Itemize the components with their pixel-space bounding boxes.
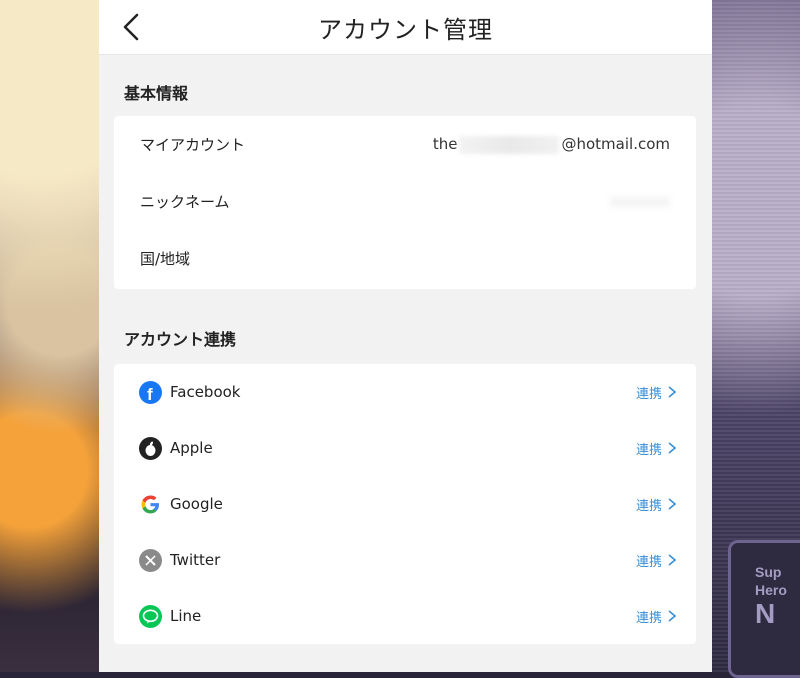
google-icon <box>139 492 162 516</box>
chevron-right-icon <box>668 498 676 510</box>
x-icon <box>139 548 162 572</box>
page-title: アカウント管理 <box>318 16 493 44</box>
region-row: 国/地域 <box>114 230 696 287</box>
apple-link-text: 連携 <box>635 442 662 458</box>
my-account-label: マイアカウント <box>140 136 246 154</box>
twitter-link-text: 連携 <box>635 554 662 570</box>
twitter-link-button[interactable]: 連携 <box>636 551 676 570</box>
nickname-row: ニックネーム <box>114 173 696 230</box>
my-account-email: the @hotmail.com <box>433 135 670 154</box>
apple-label: Apple <box>170 439 213 457</box>
background-sign-text-3: N <box>755 598 776 629</box>
google-link-text: 連携 <box>635 498 662 514</box>
apple-icon <box>139 436 162 460</box>
basic-info-card: マイアカウント the @hotmail.com ニックネーム 国/地域 <box>114 116 696 289</box>
my-account-row: マイアカウント the @hotmail.com <box>114 116 696 173</box>
line-icon <box>139 604 162 628</box>
facebook-link-text: 連携 <box>635 386 662 402</box>
redacted-nickname-blur <box>610 196 670 207</box>
line-link-text: 連携 <box>635 610 662 626</box>
link-row-google[interactable]: Google 連携 <box>114 476 696 532</box>
apple-link-button[interactable]: 連携 <box>636 439 676 458</box>
email-suffix: @hotmail.com <box>561 135 670 154</box>
background-sign: Sup Hero N <box>728 540 800 678</box>
redacted-email-blur <box>459 135 560 154</box>
link-row-line[interactable]: Line 連携 <box>114 588 696 644</box>
account-linking-section-title: アカウント連携 <box>124 330 237 349</box>
line-link-button[interactable]: 連携 <box>636 607 676 626</box>
facebook-icon: f <box>139 380 162 404</box>
region-label: 国/地域 <box>140 250 191 268</box>
google-label: Google <box>170 495 223 513</box>
twitter-label: Twitter <box>170 551 221 569</box>
chevron-right-icon <box>668 442 676 454</box>
email-prefix: the <box>432 135 458 154</box>
facebook-link-button[interactable]: 連携 <box>636 383 676 402</box>
chevron-right-icon <box>668 610 676 622</box>
link-row-apple[interactable]: Apple 連携 <box>114 420 696 476</box>
facebook-label: Facebook <box>170 383 241 401</box>
background-sign-text-2: Hero <box>755 582 787 598</box>
chevron-right-icon <box>668 554 676 566</box>
svg-text:f: f <box>147 385 153 404</box>
line-label: Line <box>170 607 202 625</box>
link-row-facebook[interactable]: f Facebook 連携 <box>114 364 696 420</box>
google-link-button[interactable]: 連携 <box>636 495 676 514</box>
account-linking-card: f Facebook 連携 Apple 連携 Google 連携 Twitter… <box>114 364 696 644</box>
nickname-label: ニックネーム <box>140 193 230 211</box>
background-art-left <box>0 0 100 672</box>
account-management-panel: アカウント管理 基本情報 マイアカウント the @hotmail.com ニック… <box>99 0 712 672</box>
basic-info-section-title: 基本情報 <box>124 84 189 103</box>
link-row-twitter[interactable]: Twitter 連携 <box>114 532 696 588</box>
chevron-right-icon <box>668 386 676 398</box>
background-sign-text-1: Sup <box>755 564 782 580</box>
header-bar: アカウント管理 <box>99 0 712 55</box>
